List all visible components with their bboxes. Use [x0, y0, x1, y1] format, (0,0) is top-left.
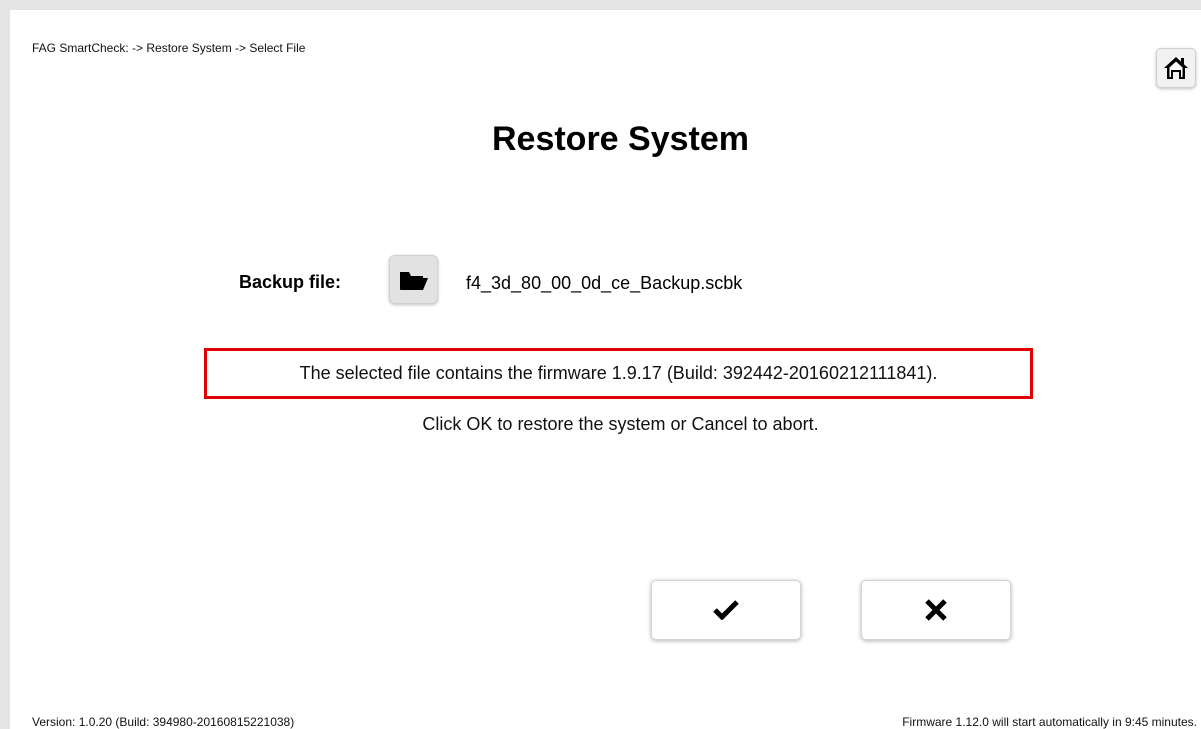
version-info: Version: 1.0.20 (Build: 394980-201608152… — [32, 715, 295, 729]
page-title: Restore System — [491, 120, 749, 158]
selected-file-name: f4_3d_80_00_0d_ce_Backup.scbk — [466, 273, 743, 293]
firmware-countdown: Firmware 1.12.0 will start automatically… — [902, 715, 1197, 729]
backup-file-label: Backup file: — [239, 272, 342, 292]
app-frame: FAG SmartCheck: -> Restore System -> Sel… — [0, 0, 1201, 729]
breadcrumb: FAG SmartCheck: -> Restore System -> Sel… — [32, 41, 306, 55]
folder-open-icon — [399, 271, 428, 290]
cancel-button[interactable] — [861, 580, 1011, 640]
firmware-info-highlight: The selected file contains the firmware … — [204, 348, 1033, 399]
browse-file-button[interactable] — [389, 255, 438, 304]
ok-button[interactable] — [651, 580, 801, 640]
home-button[interactable] — [1156, 48, 1196, 88]
instruction-text: Click OK to restore the system or Cancel… — [422, 414, 819, 434]
checkmark-icon — [713, 600, 739, 620]
home-icon — [1164, 57, 1188, 79]
close-icon — [925, 599, 947, 621]
firmware-info-text: The selected file contains the firmware … — [299, 363, 938, 383]
